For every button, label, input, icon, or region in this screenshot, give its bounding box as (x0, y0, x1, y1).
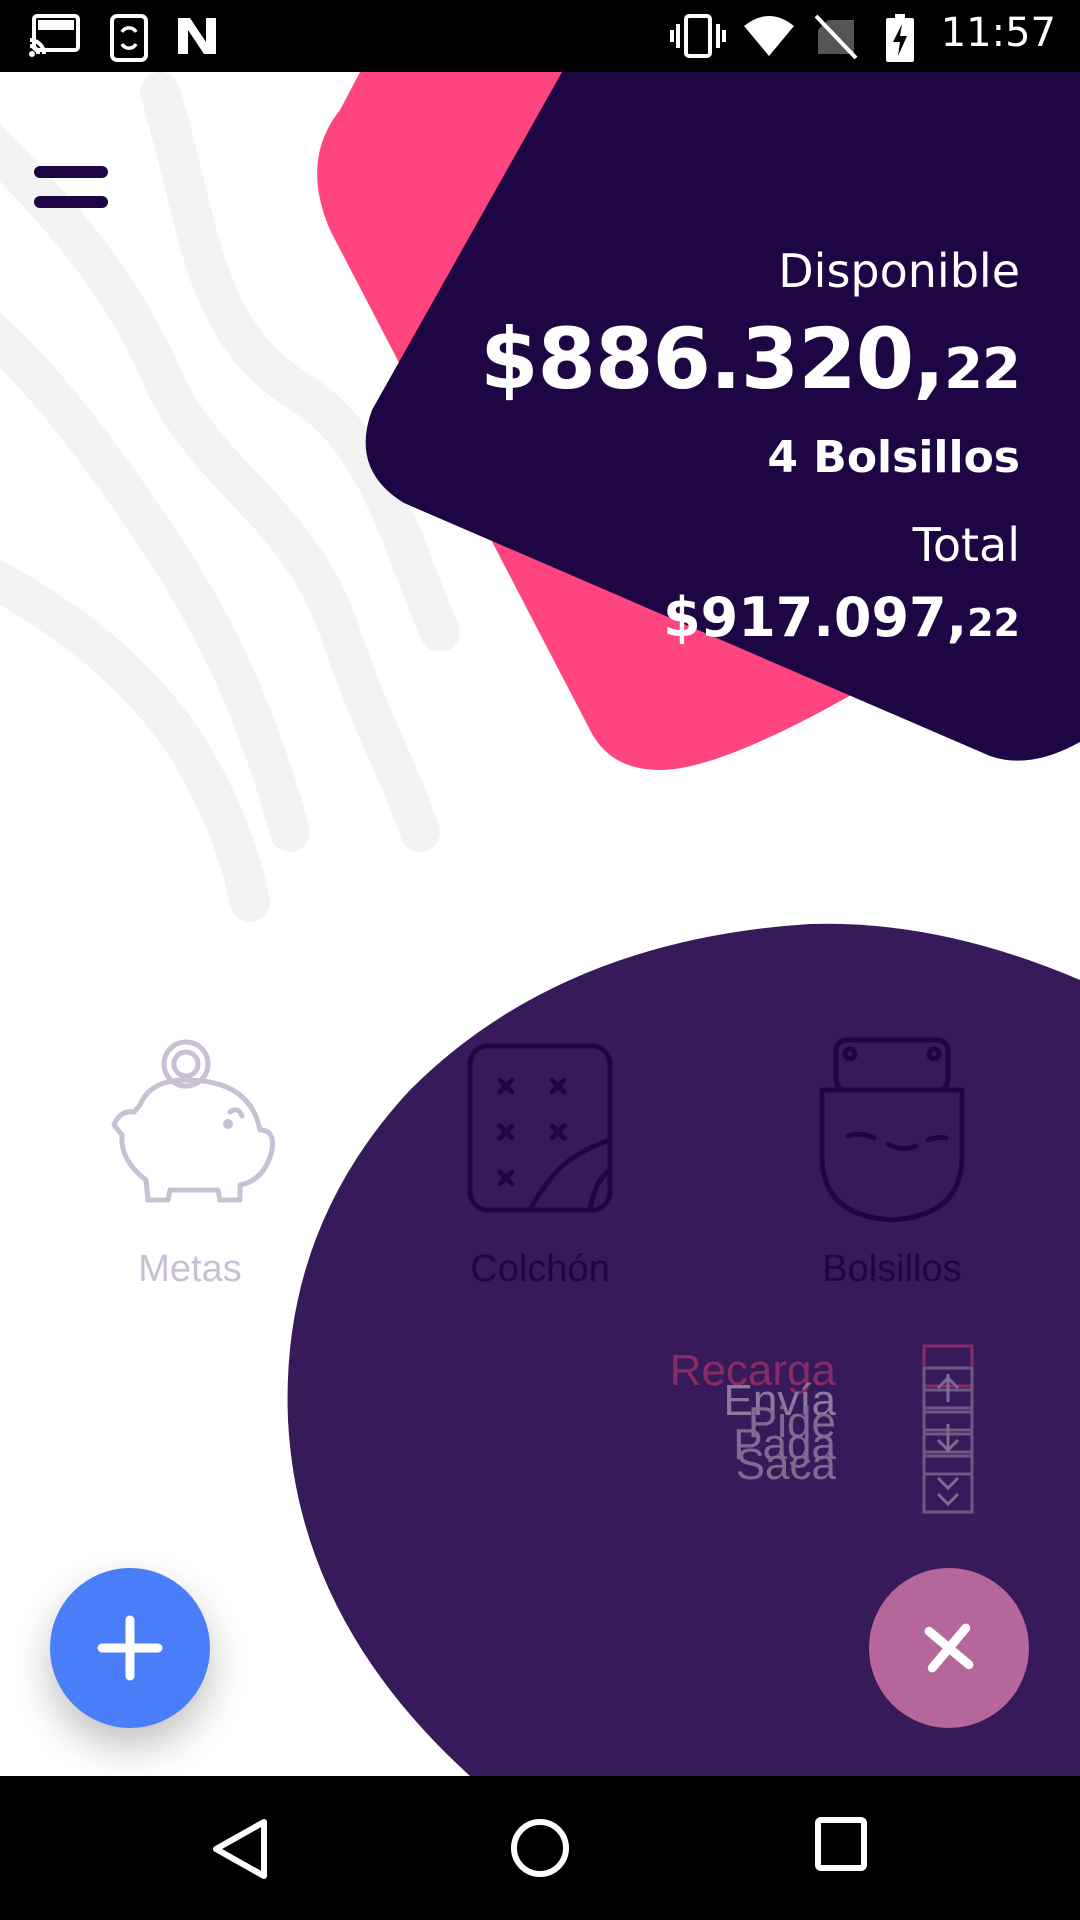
total-amount-cents: 22 (967, 601, 1020, 645)
available-amount-main: $886.320, (480, 310, 945, 408)
recents-icon[interactable] (814, 1816, 868, 1872)
category-label: Bolsillos (822, 1248, 962, 1290)
available-amount: $886.320,22 (480, 310, 1021, 408)
total-amount: $917.097,22 (663, 586, 1020, 649)
menu-icon (34, 166, 108, 178)
category-label: Colchón (470, 1248, 610, 1290)
battery-charging-icon (886, 14, 914, 62)
close-menu-button[interactable] (869, 1568, 1029, 1728)
pockets-count: 4 Bolsillos (767, 432, 1020, 483)
action-saca[interactable]: Saca (736, 1440, 836, 1490)
vibrate-icon (670, 14, 726, 58)
summary-card: Disponible $886.320,22 4 Bolsillos Total… (0, 72, 1080, 892)
home-icon[interactable] (508, 1816, 572, 1880)
category-bolsillos[interactable]: Bolsillos (772, 1030, 1012, 1300)
status-time: 11:57 (940, 10, 1056, 56)
total-amount-main: $917.097, (663, 586, 968, 649)
menu-icon-bar (34, 196, 108, 208)
add-button[interactable] (50, 1568, 210, 1728)
menu-button[interactable] (34, 166, 108, 210)
action-icons-stack (922, 1344, 974, 1514)
status-bar: 11:57 (0, 0, 1080, 72)
available-amount-cents: 22 (944, 337, 1021, 402)
mattress-icon (467, 1043, 613, 1213)
back-icon[interactable] (210, 1816, 270, 1882)
sync-phone-icon (110, 14, 148, 62)
no-sim-icon (814, 14, 858, 60)
total-label: Total (912, 518, 1020, 572)
cast-icon (29, 14, 80, 57)
available-label: Disponible (778, 244, 1020, 298)
plus-icon (97, 1615, 163, 1681)
close-icon (924, 1623, 974, 1673)
category-colchon[interactable]: Colchón (420, 1030, 660, 1300)
navigation-bar (0, 1776, 1080, 1920)
pocket-icon (819, 1037, 965, 1223)
wifi-icon (744, 16, 794, 56)
n-logo-icon (178, 18, 216, 54)
